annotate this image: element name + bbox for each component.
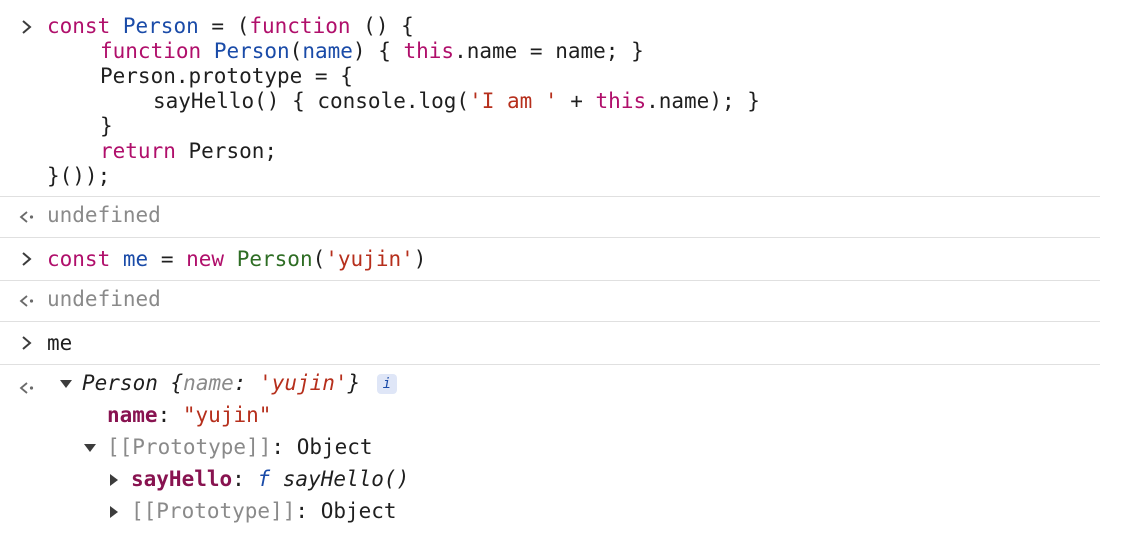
code-line: function Person(name) { this.name = name…	[100, 39, 644, 64]
code-line: }	[100, 114, 113, 139]
string: 'yujin'	[325, 247, 414, 271]
punctuation: }	[100, 114, 113, 138]
code-line: me	[47, 331, 73, 355]
summary-key: name	[183, 371, 234, 395]
property-key: [[Prototype]]	[131, 499, 296, 523]
punctuation: :	[232, 467, 245, 491]
keyword: function	[100, 39, 202, 63]
identifier: Person	[122, 14, 199, 38]
keyword: new	[186, 247, 225, 271]
function-name: Person	[213, 39, 290, 63]
property-key: sayHello	[131, 467, 233, 491]
console-input-entry[interactable]: me	[0, 322, 1100, 364]
triangle-down-icon[interactable]	[59, 377, 73, 391]
property-row: [[Prototype]]: Object	[107, 435, 373, 460]
string: 'I am '	[469, 89, 558, 113]
console-input-entry[interactable]: const me = new Person('yujin')	[0, 238, 1100, 280]
input-prompt-icon	[16, 248, 38, 270]
paren: (	[312, 247, 326, 271]
code-text: .name); }	[646, 89, 760, 113]
code-line: return Person;	[100, 139, 277, 164]
property-value: Object	[296, 435, 373, 459]
input-prompt-icon	[16, 16, 38, 38]
property-value: "yujin"	[182, 403, 272, 427]
operator: =	[211, 14, 225, 38]
console-output-entry: undefined	[0, 197, 1100, 237]
operator: =	[160, 247, 174, 271]
property-row: sayHello: f sayHello()	[131, 467, 409, 492]
triangle-down-icon[interactable]	[83, 441, 97, 455]
property-key: name	[107, 403, 158, 427]
property-value: Object	[320, 499, 397, 523]
code-line: sayHello() { console.log('I am ' + this.…	[153, 89, 760, 114]
punctuation: :	[233, 371, 247, 395]
code-line: const me = new Person('yujin')	[47, 247, 426, 272]
console-input-entry[interactable]: const Person = (function () { function P…	[0, 0, 1100, 196]
punctuation: :	[157, 403, 171, 427]
property-row: name: "yujin"	[107, 403, 271, 428]
input-prompt-icon	[16, 332, 38, 354]
keyword: return	[100, 139, 176, 163]
summary-value: 'yujin'	[259, 371, 348, 395]
console-output-entry: undefined	[0, 281, 1100, 321]
code-text: sayHello() { console.log(	[153, 89, 470, 113]
output-prompt-icon	[16, 290, 38, 312]
punctuation: ) {	[352, 39, 391, 63]
punctuation: }());	[47, 164, 111, 188]
output-prompt-icon	[16, 377, 38, 399]
class-name: Person	[82, 371, 158, 395]
punctuation: :	[271, 435, 285, 459]
code-text: .name = name; }	[454, 39, 644, 63]
operator: +	[557, 89, 596, 113]
object-summary: Person {name: 'yujin'} i	[82, 371, 397, 396]
output-prompt-icon	[16, 206, 38, 228]
property-value: sayHello()	[282, 467, 410, 491]
code-line: }());	[47, 164, 110, 189]
paren: (	[289, 39, 303, 63]
keyword: function	[249, 14, 351, 38]
output-value: undefined	[47, 203, 161, 227]
output-value: undefined	[47, 287, 161, 311]
identifier: me	[122, 247, 149, 271]
code-line: Person.prototype = {	[100, 64, 353, 89]
code-text: Person.prototype = {	[100, 64, 353, 88]
function-glyph: f	[257, 467, 271, 491]
property-row: [[Prototype]]: Object	[131, 499, 397, 524]
info-icon[interactable]: i	[376, 374, 397, 394]
punctuation: {	[170, 371, 184, 395]
keyword: this	[403, 39, 455, 63]
param: name	[302, 39, 353, 63]
property-key: [[Prototype]]	[107, 435, 272, 459]
punctuation: () {	[363, 14, 414, 38]
triangle-right-icon[interactable]	[107, 505, 121, 519]
keyword: const	[47, 14, 111, 38]
console-output-entry: Person {name: 'yujin'} i name: "yujin" […	[0, 365, 1100, 540]
code-text: Person;	[188, 139, 278, 163]
punctuation: }	[347, 371, 361, 395]
class-name: Person	[236, 247, 313, 271]
code-line: const Person = (function () {	[47, 14, 414, 39]
keyword: const	[47, 247, 111, 271]
triangle-right-icon[interactable]	[107, 473, 121, 487]
paren: (	[236, 14, 250, 38]
keyword: this	[595, 89, 647, 113]
punctuation: :	[295, 499, 309, 523]
paren: )	[413, 247, 427, 271]
